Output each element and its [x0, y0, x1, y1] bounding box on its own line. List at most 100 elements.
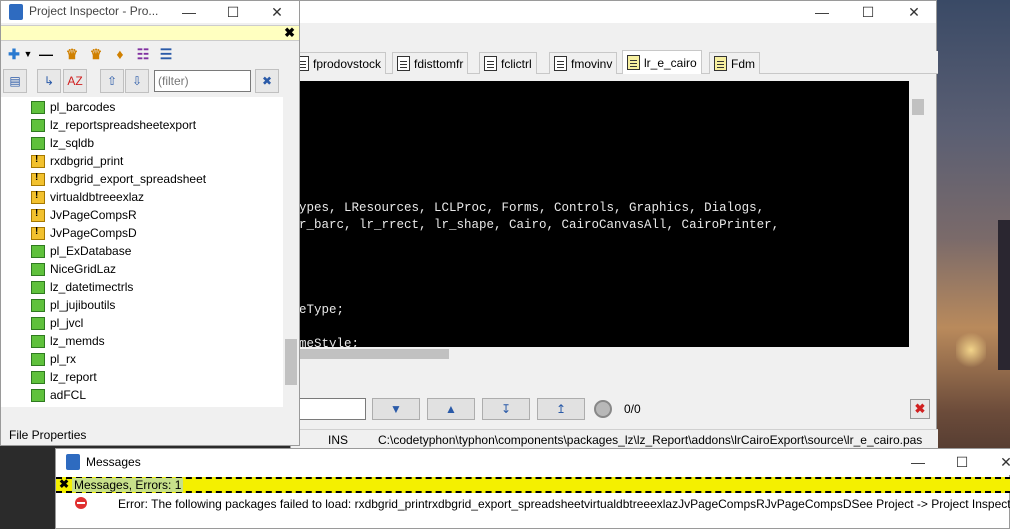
- package-label: lz_datetimectrls: [50, 280, 134, 294]
- search-count: 0/0: [624, 402, 641, 416]
- package-icon: [31, 388, 45, 402]
- scrollbar-thumb[interactable]: [912, 99, 924, 115]
- lazarus-app-icon: [9, 4, 23, 20]
- list-item[interactable]: lz_sqldb: [31, 134, 94, 152]
- list-item[interactable]: pl_ExDatabase: [31, 242, 131, 260]
- package-label: rxdbgrid_export_spreadsheet: [50, 172, 207, 186]
- gear-icon[interactable]: [594, 400, 612, 418]
- maximize-icon[interactable]: ☐: [846, 1, 890, 23]
- close-icon[interactable]: ✕: [984, 451, 1010, 473]
- maximize-icon[interactable]: ☐: [940, 451, 984, 473]
- source-editor-window: — ☐ ✕ fprodovstock fdisttomfr fclictrl f…: [290, 0, 938, 452]
- show-files-icon[interactable]: ▤: [3, 69, 27, 93]
- filter-input[interactable]: (filter): [154, 70, 251, 92]
- tab-label: fmovinv: [571, 56, 613, 71]
- list-item[interactable]: pl_jujiboutils: [31, 296, 115, 314]
- close-icon[interactable]: ✖: [59, 477, 69, 491]
- close-icon[interactable]: ✕: [255, 1, 299, 23]
- file-icon: [484, 56, 497, 71]
- tab-fmovinv[interactable]: fmovinv: [549, 52, 618, 74]
- scrollbar-thumb[interactable]: [285, 339, 297, 385]
- tab-fprodovstock[interactable]: fprodovstock: [291, 52, 387, 74]
- sort-alphabetically-icon[interactable]: AZ: [63, 69, 87, 93]
- file-properties-label[interactable]: File Properties: [9, 428, 86, 442]
- chevron-down-icon[interactable]: ▼: [19, 46, 37, 62]
- tab-lr-e-cairo[interactable]: lr_e_cairo: [622, 50, 702, 74]
- tree-icon[interactable]: ☷: [134, 46, 152, 62]
- package-icon: [31, 136, 45, 150]
- package-label: JvPageCompsD: [50, 226, 137, 240]
- tree-horizontal-scrollbar[interactable]: [1, 407, 283, 421]
- list-icon[interactable]: ☰: [157, 46, 175, 62]
- find-first-button[interactable]: ↥: [537, 398, 585, 420]
- status-bar: INS C:\codetyphon\typhon\components\pack…: [291, 429, 938, 449]
- minimize-icon[interactable]: —: [167, 1, 211, 23]
- search-input[interactable]: [299, 398, 366, 420]
- tree-vertical-scrollbar[interactable]: [283, 97, 299, 407]
- list-item[interactable]: pl_jvcl: [31, 314, 83, 332]
- tab-label: lr_e_cairo: [644, 55, 697, 70]
- find-last-button[interactable]: ↧: [482, 398, 530, 420]
- wallpaper-tower: [998, 220, 1010, 370]
- compile-icon[interactable]: ♛: [63, 46, 81, 62]
- package-label: adFCL: [50, 388, 87, 402]
- list-item[interactable]: adFCL: [31, 386, 86, 404]
- list-item[interactable]: pl_barcodes: [31, 98, 115, 116]
- package-label: pl_jujiboutils: [50, 298, 116, 312]
- list-item[interactable]: NiceGridLaz: [31, 260, 116, 278]
- minimize-icon[interactable]: —: [896, 451, 940, 473]
- remove-icon[interactable]: —: [37, 46, 55, 62]
- list-item[interactable]: lz_memds: [31, 332, 105, 350]
- list-item[interactable]: JvPageCompsR: [31, 206, 137, 224]
- package-label: lz_report: [50, 370, 97, 384]
- list-item[interactable]: virtualdbtreeexlaz: [31, 188, 144, 206]
- list-item[interactable]: pl_rx: [31, 350, 76, 368]
- move-down-icon[interactable]: ⇩: [125, 69, 149, 93]
- tab-label: fprodovstock: [313, 56, 382, 71]
- messages-header[interactable]: ✖ Messages, Errors: 1: [56, 477, 1010, 493]
- close-icon[interactable]: ✕: [892, 1, 936, 23]
- messages-summary: Messages, Errors: 1: [72, 478, 184, 492]
- tab-fdisttomfr[interactable]: fdisttomfr: [392, 52, 469, 74]
- list-item[interactable]: JvPageCompsD: [31, 224, 137, 242]
- code-editor[interactable]: ypes, LResources, LCLProc, Forms, Contro…: [299, 81, 919, 351]
- inspector-info-strip: ✖: [1, 25, 299, 41]
- package-icon: [31, 118, 45, 132]
- package-label: JvPageCompsR: [50, 208, 137, 222]
- tab-fdm[interactable]: Fdm: [709, 52, 760, 74]
- show-directories-icon[interactable]: ↳: [37, 69, 61, 93]
- inspector-filter-bar: ▤ ↳ AZ ⇧ ⇩ (filter) ✖: [1, 67, 299, 95]
- minimize-icon[interactable]: —: [800, 1, 844, 23]
- maximize-icon[interactable]: ☐: [211, 1, 255, 23]
- list-item[interactable]: lz_report: [31, 368, 97, 386]
- editor-vertical-scrollbar[interactable]: [909, 81, 927, 347]
- message-row[interactable]: Error: The following packages failed to …: [56, 495, 1010, 513]
- move-up-icon[interactable]: ⇧: [100, 69, 124, 93]
- clear-filter-icon[interactable]: ✖: [255, 69, 279, 93]
- package-icon: [31, 244, 45, 258]
- scrollbar-thumb[interactable]: [299, 349, 449, 359]
- package-label: pl_jvcl: [50, 316, 84, 330]
- editor-horizontal-scrollbar[interactable]: [299, 347, 927, 362]
- tab-fclictrl[interactable]: fclictrl: [479, 52, 537, 74]
- list-item[interactable]: rxdbgrid_print: [31, 152, 123, 170]
- code-line: r_barc, lr_rrect, lr_shape, Cairo, Cairo…: [299, 218, 780, 232]
- close-search-button[interactable]: ✖: [910, 399, 930, 419]
- options-icon[interactable]: ♛: [87, 46, 105, 62]
- package-icon: [31, 352, 45, 366]
- list-item[interactable]: rxdbgrid_export_spreadsheet: [31, 170, 206, 188]
- search-bar: ▼ ▲ ↧ ↥ 0/0 ✖: [291, 393, 938, 425]
- package-tree[interactable]: pl_barcodes lz_reportspreadsheetexport l…: [1, 97, 283, 407]
- package-label: pl_barcodes: [50, 100, 116, 114]
- list-item[interactable]: lz_reportspreadsheetexport: [31, 116, 196, 134]
- message-text: Error: The following packages failed to …: [118, 497, 1010, 511]
- find-next-button[interactable]: ▼: [372, 398, 420, 420]
- package-warning-icon: [31, 172, 45, 186]
- help-icon[interactable]: ♦: [111, 46, 129, 62]
- find-previous-button[interactable]: ▲: [427, 398, 475, 420]
- tab-label: fclictrl: [501, 56, 532, 71]
- close-strip-icon[interactable]: ✖: [284, 25, 295, 41]
- list-item[interactable]: lz_datetimectrls: [31, 278, 133, 296]
- package-icon: [31, 280, 45, 294]
- error-icon: [75, 497, 87, 509]
